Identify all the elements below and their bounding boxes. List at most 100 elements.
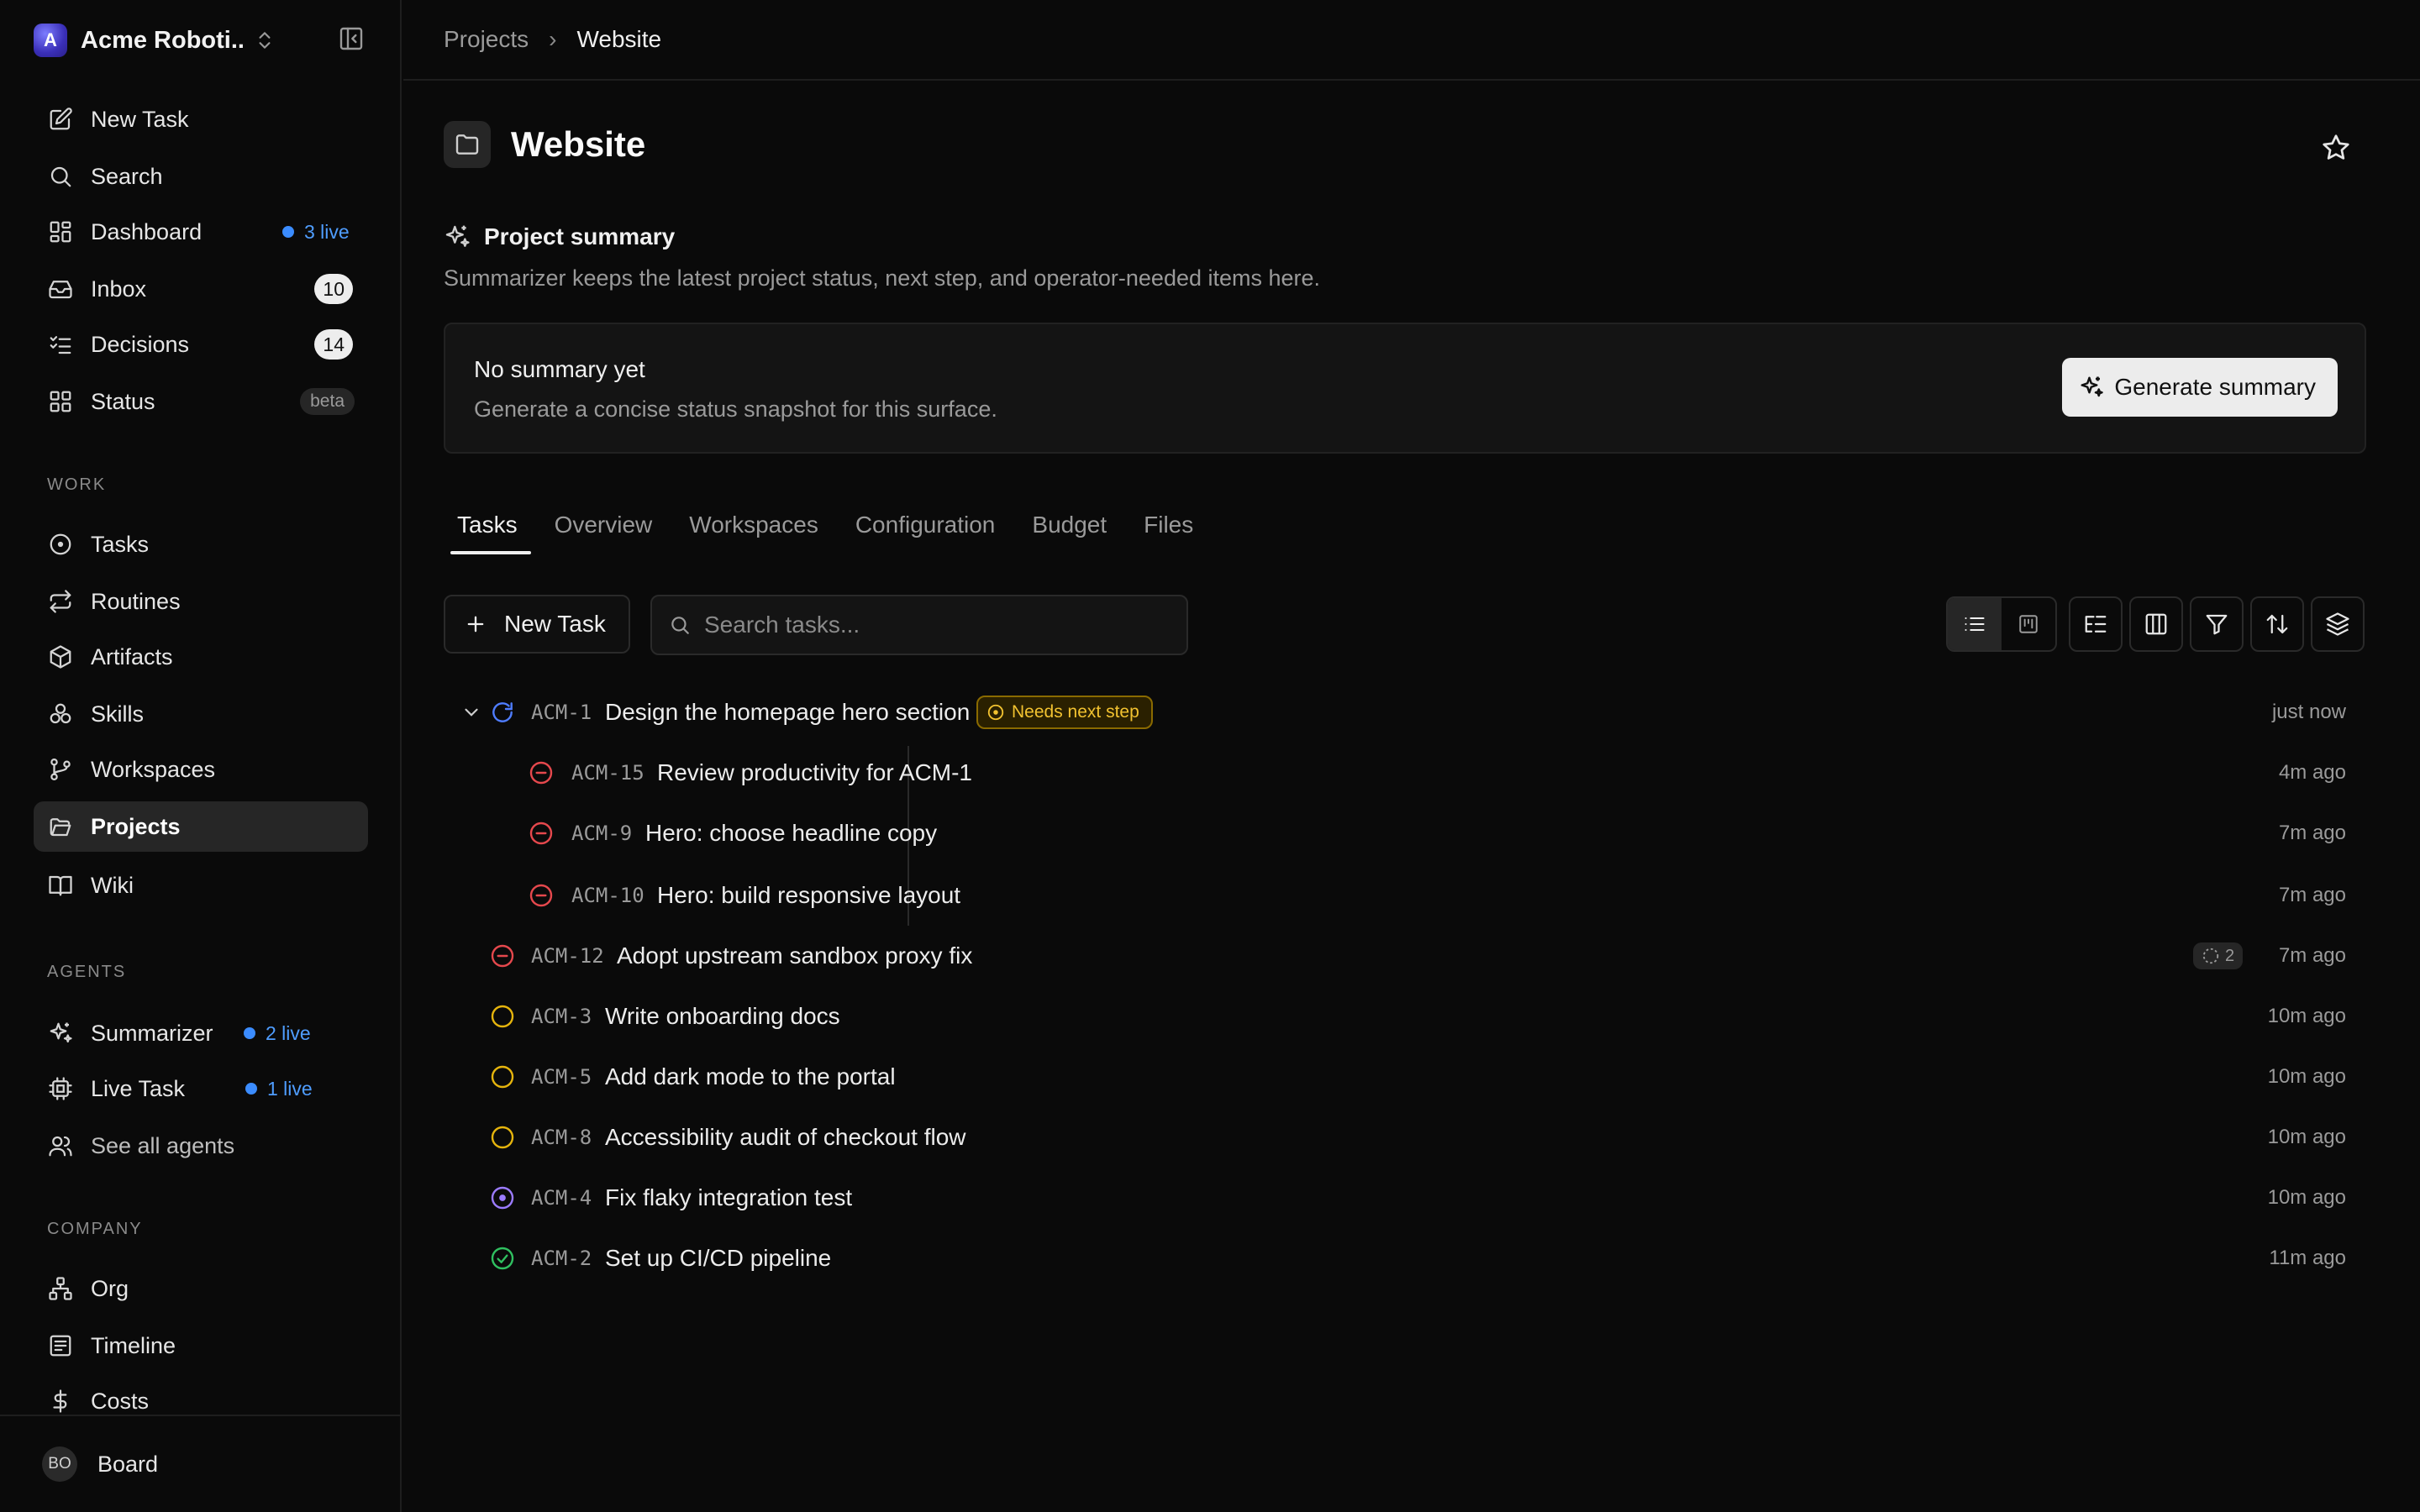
- folder-open-icon: [47, 813, 74, 840]
- users-icon: [47, 1132, 74, 1159]
- sidebar-item-label: Summarizer: [91, 1020, 213, 1046]
- sidebar-item-org[interactable]: Org: [34, 1263, 368, 1314]
- summary-empty-description: Generate a concise status snapshot for t…: [474, 396, 997, 422]
- sidebar-item-status[interactable]: Status beta: [34, 376, 368, 427]
- tab-files[interactable]: Files: [1130, 496, 1207, 554]
- project-tabs: Tasks Overview Workspaces Configuration …: [444, 496, 1217, 554]
- task-id: ACM-9: [571, 822, 633, 845]
- sidebar-item-label: Artifacts: [91, 643, 173, 669]
- sidebar-item-label: Search: [91, 163, 163, 189]
- sidebar-item-search[interactable]: Search: [34, 151, 368, 202]
- status-in-progress-icon[interactable]: [489, 699, 516, 726]
- status-done-icon[interactable]: [489, 1245, 516, 1272]
- box-icon: [47, 643, 74, 670]
- user-menu[interactable]: BO Board: [0, 1415, 400, 1512]
- breadcrumb-projects-link[interactable]: Projects: [444, 26, 529, 53]
- sidebar-item-live-task[interactable]: Live Task 1 live: [34, 1063, 368, 1114]
- git-branch-icon: [47, 756, 74, 783]
- sidebar-item-inbox[interactable]: Inbox 10: [34, 264, 368, 314]
- live-indicator: 2 live: [244, 1022, 311, 1045]
- search-icon: [47, 163, 74, 190]
- task-updated-time: 11m ago: [2269, 1247, 2346, 1269]
- layers-icon[interactable]: [2311, 596, 2365, 652]
- board-view-icon[interactable]: [2002, 598, 2055, 650]
- task-id: ACM-10: [571, 884, 644, 907]
- sidebar-item-routines[interactable]: Routines: [34, 576, 368, 627]
- sidebar-item-wiki[interactable]: Wiki: [34, 860, 368, 911]
- new-task-button[interactable]: New Task: [444, 595, 630, 654]
- table-row[interactable]: ACM-5 Add dark mode to the portal 10m ag…: [444, 1050, 2366, 1104]
- live-dot-icon: [245, 1083, 257, 1095]
- sidebar-item-decisions[interactable]: Decisions 14: [34, 319, 368, 370]
- sidebar-item-projects[interactable]: Projects: [34, 801, 368, 852]
- tab-workspaces[interactable]: Workspaces: [676, 496, 832, 554]
- sidebar-item-see-all-agents[interactable]: See all agents: [34, 1121, 368, 1171]
- list-view-icon[interactable]: [1948, 598, 2002, 650]
- chevron-down-icon[interactable]: [460, 701, 482, 723]
- task-id: ACM-3: [531, 1005, 592, 1028]
- section-label-agents: AGENTS: [47, 963, 127, 981]
- breadcrumb-current: Website: [576, 26, 662, 52]
- table-row[interactable]: ACM-4 Fix flaky integration test 10m ago: [444, 1171, 2366, 1225]
- table-row[interactable]: ACM-8 Accessibility audit of checkout fl…: [444, 1110, 2366, 1164]
- sidebar-item-artifacts[interactable]: Artifacts: [34, 632, 368, 682]
- task-title: Adopt upstream sandbox proxy fix: [617, 942, 973, 969]
- table-row[interactable]: ACM-15 Review productivity for ACM-1 4m …: [444, 746, 2366, 800]
- tab-overview[interactable]: Overview: [541, 496, 666, 554]
- project-summary-description: Summarizer keeps the latest project stat…: [444, 265, 1321, 291]
- sidebar-item-skills[interactable]: Skills: [34, 689, 368, 739]
- inbox-icon: [47, 276, 74, 302]
- tab-tasks[interactable]: Tasks: [444, 496, 531, 554]
- sidebar-item-timeline[interactable]: Timeline: [34, 1320, 368, 1371]
- sidebar-item-label: Skills: [91, 701, 145, 727]
- active-runs-badge: 2: [2193, 942, 2244, 969]
- repeat-icon: [47, 588, 74, 615]
- plus-icon: [464, 612, 487, 636]
- sidebar-item-dashboard[interactable]: Dashboard 3 live: [34, 207, 368, 257]
- tab-configuration[interactable]: Configuration: [842, 496, 1009, 554]
- task-updated-time: 10m ago: [2267, 1126, 2346, 1148]
- sidebar-item-tasks[interactable]: Tasks: [34, 519, 368, 570]
- checklist-icon: [47, 331, 74, 358]
- sidebar-item-label: See all agents: [91, 1132, 235, 1158]
- table-row[interactable]: ACM-9 Hero: choose headline copy 7m ago: [444, 806, 2366, 860]
- status-blocked-icon[interactable]: [528, 759, 555, 786]
- table-row[interactable]: ACM-2 Set up CI/CD pipeline 11m ago: [444, 1231, 2366, 1285]
- beta-tag: beta: [300, 388, 355, 415]
- generate-summary-button[interactable]: Generate summary: [2062, 358, 2338, 417]
- sparkles-icon: [444, 223, 471, 250]
- status-todo-icon[interactable]: [489, 1003, 516, 1030]
- task-title: Write onboarding docs: [605, 1003, 840, 1029]
- sidebar-collapse-icon[interactable]: [338, 25, 365, 52]
- sidebar-item-label: Inbox: [91, 276, 147, 302]
- status-blocked-icon[interactable]: [528, 882, 555, 909]
- status-todo-icon[interactable]: [489, 1124, 516, 1151]
- star-icon[interactable]: [2321, 133, 2351, 163]
- sort-icon[interactable]: [2250, 596, 2304, 652]
- group-by-icon[interactable]: [2069, 596, 2123, 652]
- task-id: ACM-4: [531, 1186, 592, 1210]
- main-content: Projects › Website Website Project summa…: [403, 0, 2420, 1512]
- search-input[interactable]: [704, 612, 1175, 638]
- folder-icon: [444, 121, 491, 168]
- table-row[interactable]: ACM-12 Adopt upstream sandbox proxy fix …: [444, 929, 2366, 983]
- sidebar-item-label: Dashboard: [91, 218, 203, 244]
- status-in-review-icon[interactable]: [489, 1184, 516, 1211]
- status-blocked-icon[interactable]: [489, 942, 516, 969]
- book-icon: [47, 872, 74, 899]
- workspace-switcher[interactable]: A Acme Roboti...: [34, 22, 370, 59]
- table-row[interactable]: ACM-1 Design the homepage hero section N…: [444, 685, 2366, 739]
- columns-icon[interactable]: [2129, 596, 2183, 652]
- sidebar-item-label: Tasks: [91, 531, 150, 557]
- sidebar-item-new-task[interactable]: New Task: [34, 94, 368, 144]
- status-todo-icon[interactable]: [489, 1063, 516, 1090]
- sidebar-item-workspaces[interactable]: Workspaces: [34, 744, 368, 795]
- table-row[interactable]: ACM-10 Hero: build responsive layout 7m …: [444, 869, 2366, 922]
- sidebar-item-summarizer[interactable]: Summarizer 2 live: [34, 1008, 368, 1058]
- needs-next-step-badge: Needs next step: [976, 696, 1153, 729]
- status-blocked-icon[interactable]: [528, 820, 555, 847]
- sparkles-icon: [47, 1020, 74, 1047]
- table-row[interactable]: ACM-3 Write onboarding docs 10m ago: [444, 990, 2366, 1043]
- tab-budget[interactable]: Budget: [1018, 496, 1120, 554]
- filter-icon[interactable]: [2190, 596, 2244, 652]
